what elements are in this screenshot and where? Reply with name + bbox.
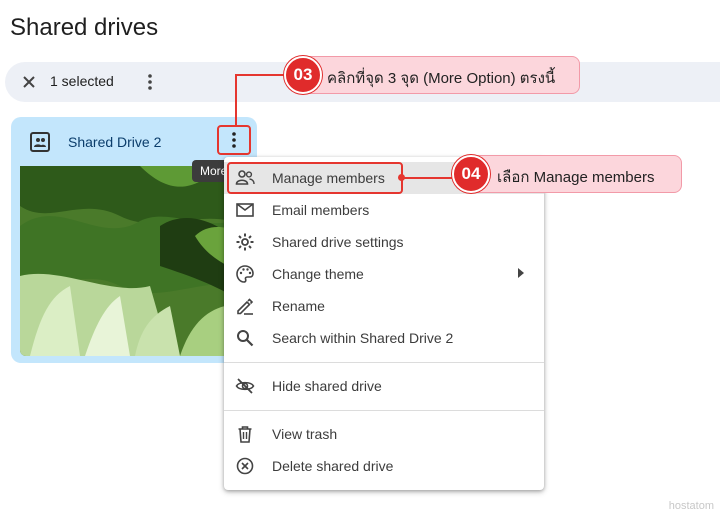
step-04-callout: เลือก Manage members [462,155,682,193]
step-04-badge: 04 [452,155,490,193]
menu-item-change-theme[interactable]: Change theme [224,258,544,290]
menu-item-label: View trash [272,426,338,442]
menu-item-label: Search within Shared Drive 2 [272,330,454,346]
menu-item-label: Hide shared drive [272,378,382,394]
menu-divider [224,410,544,411]
close-icon[interactable] [19,72,39,92]
menu-item-label: Shared drive settings [272,234,404,250]
menu-item-email-members[interactable]: Email members [224,194,544,226]
menu-item-label: Change theme [272,266,364,282]
menu-item-view-trash[interactable]: View trash [224,418,544,450]
page-title: Shared drives [10,14,159,41]
drive-theme-image [20,166,248,356]
more-vert-icon[interactable] [140,72,160,92]
more-vert-icon [232,132,236,148]
step-04-text: เลือก Manage members [497,169,655,186]
menu-item-shared-drive-settings[interactable]: Shared drive settings [224,226,544,258]
submenu-arrow-icon [518,268,524,278]
delete-circle-icon [236,457,254,475]
step-03-callout: คลิกที่จุด 3 จุด (More Option) ตรงนี้ [292,56,580,94]
watermark: hostatom [668,500,714,512]
shared-drive-icon [30,132,50,152]
menu-item-label: Email members [272,202,370,218]
rename-pencil-icon [237,298,254,315]
menu-item-hide-shared-drive[interactable]: Hide shared drive [224,370,544,402]
drive-more-options-button[interactable] [217,125,251,155]
menu-item-delete-shared-drive[interactable]: Delete shared drive [224,450,544,482]
step-03-connector [235,74,237,126]
selected-count: 1 selected [50,73,114,89]
menu-item-label: Delete shared drive [272,458,394,474]
step-04-connector [402,177,456,179]
mail-icon [236,203,254,217]
drive-title[interactable]: Shared Drive 2 [68,134,161,150]
step-04-connector-dot [398,174,405,181]
palette-icon [236,265,254,283]
menu-item-search-within[interactable]: Search within Shared Drive 2 [224,322,544,354]
gear-icon [236,233,254,251]
step-03-text: คลิกที่จุด 3 จุด (More Option) ตรงนี้ [327,70,556,87]
menu-item-rename[interactable]: Rename [224,290,544,322]
search-icon [237,330,254,347]
menu-item-label: Rename [272,298,325,314]
step-03-connector [235,74,287,76]
shared-drive-card[interactable]: Shared Drive 2 [11,117,257,363]
trash-icon [238,426,252,443]
step-03-badge: 03 [284,56,322,94]
manage-members-highlight [227,162,403,194]
eye-off-icon [235,378,255,394]
context-menu: Manage members Email members Shared driv… [224,157,544,490]
menu-divider [224,362,544,363]
